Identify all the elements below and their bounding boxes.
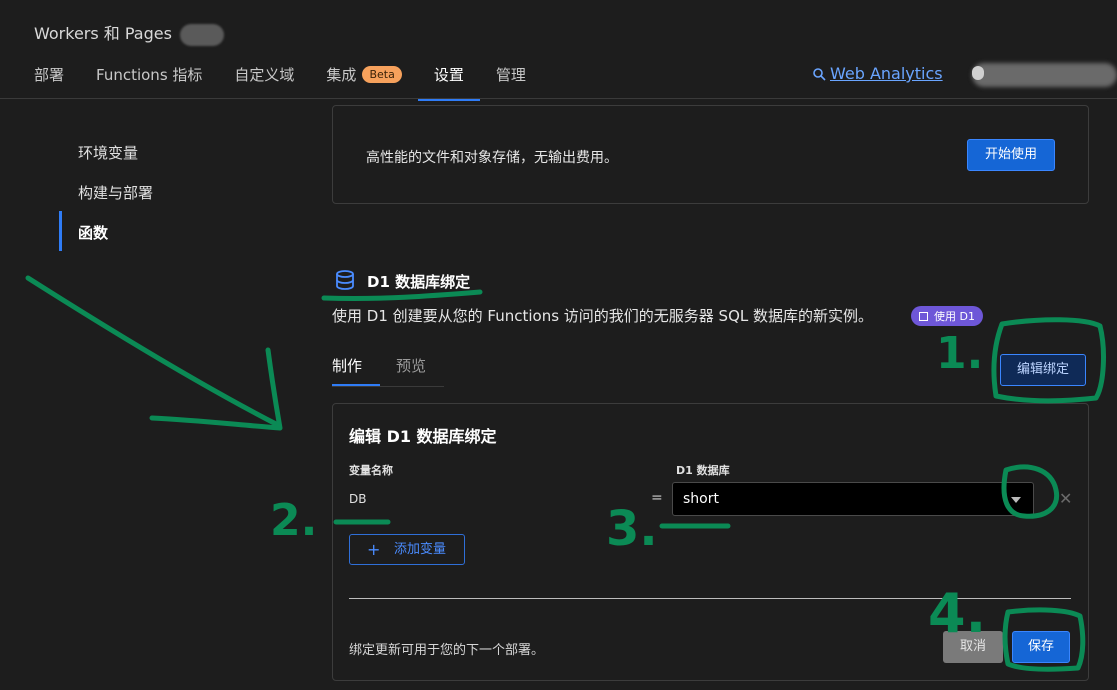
get-started-button[interactable]: 开始使用: [967, 139, 1055, 171]
web-analytics-link[interactable]: Web Analytics: [812, 64, 943, 83]
edit-card-title: 编辑 D1 数据库绑定: [349, 427, 497, 446]
subtab-active-indicator: [332, 384, 380, 386]
annotation-label-2: 2.: [270, 495, 317, 546]
variable-name-value[interactable]: DB: [349, 492, 366, 506]
tab-settings[interactable]: 设置: [417, 64, 480, 101]
nav-tabs: 部署 Functions 指标 自定义域 集成 Beta 设置 管理: [34, 64, 558, 101]
cancel-button[interactable]: 取消: [943, 631, 1003, 663]
plus-icon: +: [367, 540, 381, 559]
equals-sign: =: [651, 490, 663, 506]
app-title-text: Workers 和 Pages: [34, 24, 172, 43]
app-title: Workers 和 Pages: [34, 20, 224, 46]
top-bar: Workers 和 Pages 部署 Functions 指标 自定义域 集成 B…: [0, 0, 1117, 101]
sidebar-active-indicator: [59, 211, 62, 251]
annotation-arrowhead: [149, 347, 283, 431]
d1-section-title: D1 数据库绑定: [367, 273, 471, 291]
sidebar-item-functions[interactable]: 函数: [78, 222, 108, 243]
sidebar-item-build-deploy[interactable]: 构建与部署: [78, 182, 153, 203]
tab-custom-domains[interactable]: 自定义域: [234, 64, 294, 101]
tab-manage[interactable]: 管理: [496, 64, 526, 101]
storage-card-text: 高性能的文件和对象存储，无输出费用。: [366, 150, 618, 166]
variable-name-label: 变量名称: [349, 464, 393, 477]
use-d1-badge[interactable]: 使用 D1: [911, 306, 983, 326]
save-button[interactable]: 保存: [1012, 631, 1070, 663]
redacted-user-menu[interactable]: [972, 63, 1117, 87]
d1-database-select[interactable]: short: [672, 482, 1034, 516]
tab-functions-metrics[interactable]: Functions 指标: [96, 64, 202, 101]
sidebar-item-env-vars[interactable]: 环境变量: [78, 142, 138, 163]
d1-section-description: 使用 D1 创建要从您的 Functions 访问的我们的无服务器 SQL 数据…: [332, 307, 874, 325]
binding-update-note: 绑定更新可用于您的下一个部署。: [349, 643, 545, 658]
remove-binding-icon[interactable]: ✕: [1059, 489, 1072, 508]
add-variable-label: 添加变量: [394, 542, 447, 557]
subtab-production[interactable]: 制作: [332, 355, 362, 376]
tab-deployments[interactable]: 部署: [34, 64, 64, 101]
edit-binding-button[interactable]: 编辑绑定: [1000, 354, 1086, 386]
d1-database-label: D1 数据库: [676, 464, 730, 477]
divider: [349, 598, 1071, 599]
database-icon: [336, 270, 354, 290]
storage-card: 高性能的文件和对象存储，无输出费用。 开始使用: [332, 105, 1089, 204]
annotation-label-1: 1.: [936, 328, 983, 379]
analytics-icon: [813, 68, 826, 81]
selected-database: short: [683, 491, 719, 507]
redacted-account-name: [179, 23, 224, 46]
annotation-underline-title: [321, 289, 483, 302]
subtab-preview[interactable]: 预览: [396, 355, 426, 376]
chevron-down-icon[interactable]: [1011, 497, 1021, 503]
beta-badge: Beta: [362, 66, 402, 83]
annotation-arrow: [25, 275, 281, 428]
book-icon: [919, 312, 928, 321]
github-icon: [972, 66, 984, 80]
add-variable-button[interactable]: + 添加变量: [349, 534, 465, 565]
tab-integrations[interactable]: 集成 Beta: [326, 64, 402, 101]
d1-subtabs: 制作 预览: [332, 355, 444, 387]
